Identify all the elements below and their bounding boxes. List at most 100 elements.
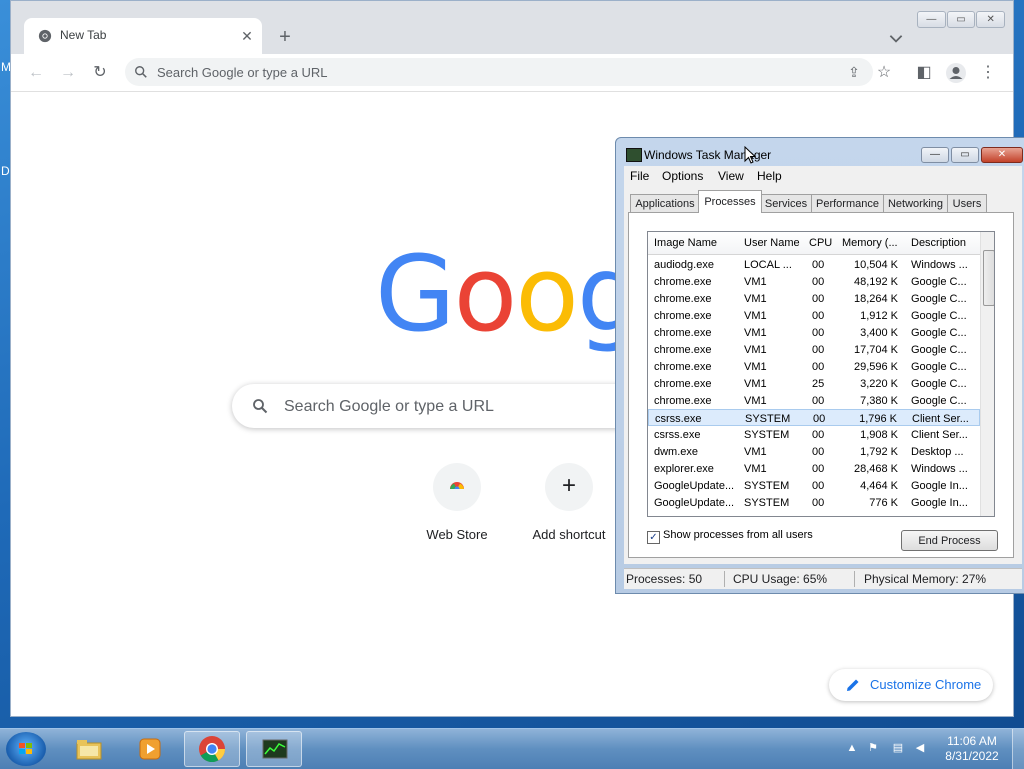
close-button[interactable]: ✕: [981, 147, 1023, 163]
cell-description: Google In...: [911, 480, 968, 492]
close-button[interactable]: ✕: [976, 11, 1006, 28]
cell-cpu: 00: [812, 497, 825, 509]
reload-icon[interactable]: ↻: [89, 62, 111, 84]
taskbar-task-manager[interactable]: [246, 731, 302, 767]
cell-description: Google C...: [911, 276, 967, 288]
chrome-favicon-icon: [38, 29, 52, 43]
menu-file[interactable]: File: [630, 169, 649, 183]
tab-close-icon[interactable]: ✕: [238, 27, 256, 45]
process-list-header: Image Name User Name CPU Memory (... Des…: [648, 232, 980, 255]
web-store-icon: [450, 482, 464, 494]
cell-memory: 17,704 K: [853, 344, 898, 356]
show-hidden-icons-icon[interactable]: ▲: [845, 741, 859, 755]
share-icon[interactable]: ⇪: [846, 64, 862, 80]
back-arrow-icon[interactable]: ←: [25, 62, 47, 84]
cell-user-name: VM1: [744, 395, 767, 407]
show-all-users-checkbox[interactable]: ✓ Show processes from all users: [647, 529, 813, 544]
taskbar-explorer[interactable]: [61, 731, 117, 767]
customize-chrome-button[interactable]: Customize Chrome: [829, 669, 993, 701]
table-row[interactable]: chrome.exe VM1 00 18,264 K Google C...: [648, 290, 980, 307]
table-row[interactable]: dwm.exe VM1 00 1,792 K Desktop ...: [648, 443, 980, 460]
maximize-button[interactable]: ▭: [951, 147, 979, 163]
tab-networking[interactable]: Networking: [883, 194, 948, 212]
profile-avatar-icon[interactable]: [945, 62, 967, 84]
table-row[interactable]: chrome.exe VM1 25 3,220 K Google C...: [648, 375, 980, 392]
show-desktop-button[interactable]: [1012, 729, 1024, 769]
tab-services[interactable]: Services: [760, 194, 812, 212]
tab-performance[interactable]: Performance: [811, 194, 884, 212]
bookmark-star-icon[interactable]: ☆: [873, 62, 895, 84]
shortcut-add[interactable]: + Add shortcut: [513, 463, 625, 542]
task-manager-body: Applications Processes Services Performa…: [624, 186, 1022, 564]
table-row[interactable]: chrome.exe VM1 00 7,380 K Google C...: [648, 392, 980, 409]
end-process-button[interactable]: End Process: [901, 530, 998, 551]
network-icon[interactable]: ▤: [891, 741, 905, 755]
minimize-button[interactable]: —: [917, 11, 946, 28]
cell-description: Windows ...: [911, 463, 968, 475]
taskbar-media-player[interactable]: [122, 731, 178, 767]
clock[interactable]: 11:06 AM 8/31/2022: [940, 734, 1004, 764]
cell-cpu: 00: [812, 446, 825, 458]
column-header-description[interactable]: Description: [911, 237, 966, 249]
menu-help[interactable]: Help: [757, 169, 782, 183]
cell-description: Client Ser...: [912, 413, 969, 425]
start-button[interactable]: [6, 732, 46, 766]
cell-memory: 10,504 K: [853, 259, 898, 271]
minimize-button[interactable]: —: [921, 147, 949, 163]
taskbar-chrome[interactable]: [184, 731, 240, 767]
scrollbar-thumb[interactable]: [983, 250, 994, 306]
menu-kebab-icon[interactable]: ⋮: [977, 62, 999, 84]
task-manager-window: Windows Task Manager — ▭ ✕ File Options …: [615, 137, 1024, 594]
cell-image-name: explorer.exe: [654, 463, 714, 475]
table-row[interactable]: chrome.exe VM1 00 29,596 K Google C...: [648, 358, 980, 375]
cell-image-name: chrome.exe: [654, 293, 712, 305]
tab-users[interactable]: Users: [947, 194, 987, 212]
cell-memory: 1,796 K: [859, 413, 897, 425]
chrome-icon: [199, 736, 226, 763]
table-row[interactable]: GoogleUpdate... SYSTEM 00 4,464 K Google In.…: [648, 477, 980, 494]
omnibox[interactable]: Search Google or type a URL ⇪: [125, 58, 873, 86]
maximize-button[interactable]: ▭: [946, 11, 976, 28]
processes-panel: Image Name User Name CPU Memory (... Des…: [628, 212, 1014, 558]
new-tab-button[interactable]: +: [274, 26, 296, 48]
status-bar: Processes: 50 CPU Usage: 65% Physical Me…: [624, 568, 1022, 589]
tab-processes[interactable]: Processes: [698, 190, 762, 213]
cell-image-name: chrome.exe: [654, 395, 712, 407]
menu-options[interactable]: Options: [662, 169, 703, 183]
status-physical-memory: Physical Memory: 27%: [864, 572, 987, 586]
table-row[interactable]: chrome.exe VM1 00 17,704 K Google C...: [648, 341, 980, 358]
tab-applications[interactable]: Applications: [630, 194, 700, 212]
column-header-image-name[interactable]: Image Name: [654, 237, 717, 249]
cell-cpu: 00: [812, 327, 825, 339]
table-row[interactable]: chrome.exe VM1 00 48,192 K Google C...: [648, 273, 980, 290]
table-row[interactable]: csrss.exe SYSTEM 00 1,796 K Client Ser...: [648, 409, 980, 426]
table-row[interactable]: csrss.exe SYSTEM 00 1,908 K Client Ser...: [648, 426, 980, 443]
cell-memory: 28,468 K: [853, 463, 898, 475]
cell-memory: 1,792 K: [860, 446, 898, 458]
cell-memory: 48,192 K: [853, 276, 898, 288]
cell-description: Desktop ...: [911, 446, 964, 458]
forward-arrow-icon[interactable]: →: [57, 62, 79, 84]
table-row[interactable]: audiodg.exe LOCAL ... 00 10,504 K Windows ..…: [648, 256, 980, 273]
side-panel-icon[interactable]: ◧: [913, 62, 935, 84]
menu-view[interactable]: View: [718, 169, 744, 183]
table-row[interactable]: chrome.exe VM1 00 1,912 K Google C...: [648, 307, 980, 324]
tab-new-tab[interactable]: New Tab ✕: [24, 18, 262, 54]
column-header-memory[interactable]: Memory (...: [842, 237, 898, 249]
omnibox-placeholder: Search Google or type a URL: [157, 65, 328, 80]
window-controls: — ▭ ✕: [921, 147, 1023, 163]
volume-icon[interactable]: ◀: [913, 741, 927, 755]
process-list[interactable]: Image Name User Name CPU Memory (... Des…: [647, 231, 995, 517]
table-row[interactable]: chrome.exe VM1 00 3,400 K Google C...: [648, 324, 980, 341]
column-header-user-name[interactable]: User Name: [744, 237, 800, 249]
cell-description: Google C...: [911, 361, 967, 373]
tab-title: New Tab: [60, 28, 107, 42]
cell-cpu: 00: [813, 413, 826, 425]
action-center-icon[interactable]: ⚑: [866, 741, 880, 755]
column-header-cpu[interactable]: CPU: [809, 237, 832, 249]
table-row[interactable]: explorer.exe VM1 00 28,468 K Windows ...: [648, 460, 980, 477]
vertical-scrollbar[interactable]: [980, 232, 994, 516]
table-row[interactable]: GoogleUpdate... SYSTEM 00 776 K Google In...: [648, 494, 980, 511]
tab-search-chevron-icon[interactable]: [887, 29, 905, 47]
shortcut-web-store[interactable]: Web Store: [401, 463, 513, 542]
